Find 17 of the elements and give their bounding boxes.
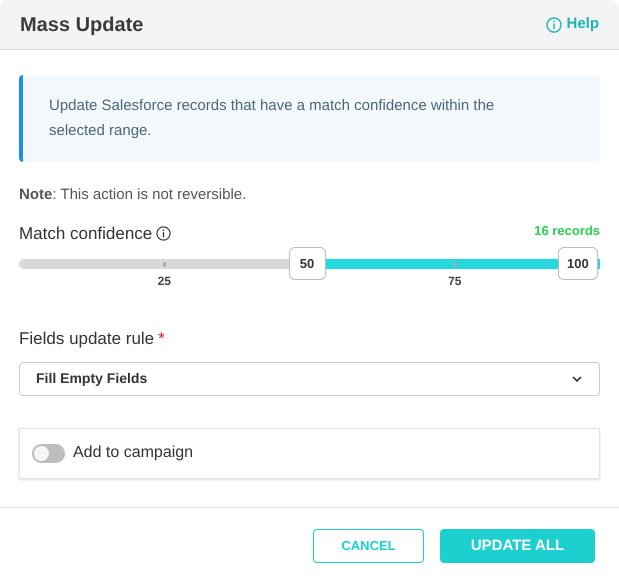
rule-label: Fields update rule [19, 328, 154, 350]
confidence-label: Match confidence [19, 222, 152, 244]
chevron-down-icon [571, 374, 583, 382]
note-text: Note: This action is not reversible. [19, 185, 248, 205]
tick-label: 25 [158, 273, 171, 290]
info-icon [156, 226, 172, 241]
rule-select[interactable]: Fill Empty Fields [19, 362, 600, 396]
slider-handle[interactable]: 100 [558, 247, 598, 280]
tick-label: 75 [448, 273, 462, 290]
info-text: Update Salesforce records that have a match confidence within the selected range. [49, 96, 496, 141]
records-count: 16 records [534, 222, 600, 240]
toggle-switch[interactable] [32, 444, 65, 462]
info-icon [546, 16, 562, 32]
slider-handle[interactable]: 50 [288, 247, 326, 280]
campaign-label: Add to campaign [73, 443, 194, 463]
required-icon: * [158, 326, 165, 352]
dialog-title: Mass Update [20, 12, 144, 38]
